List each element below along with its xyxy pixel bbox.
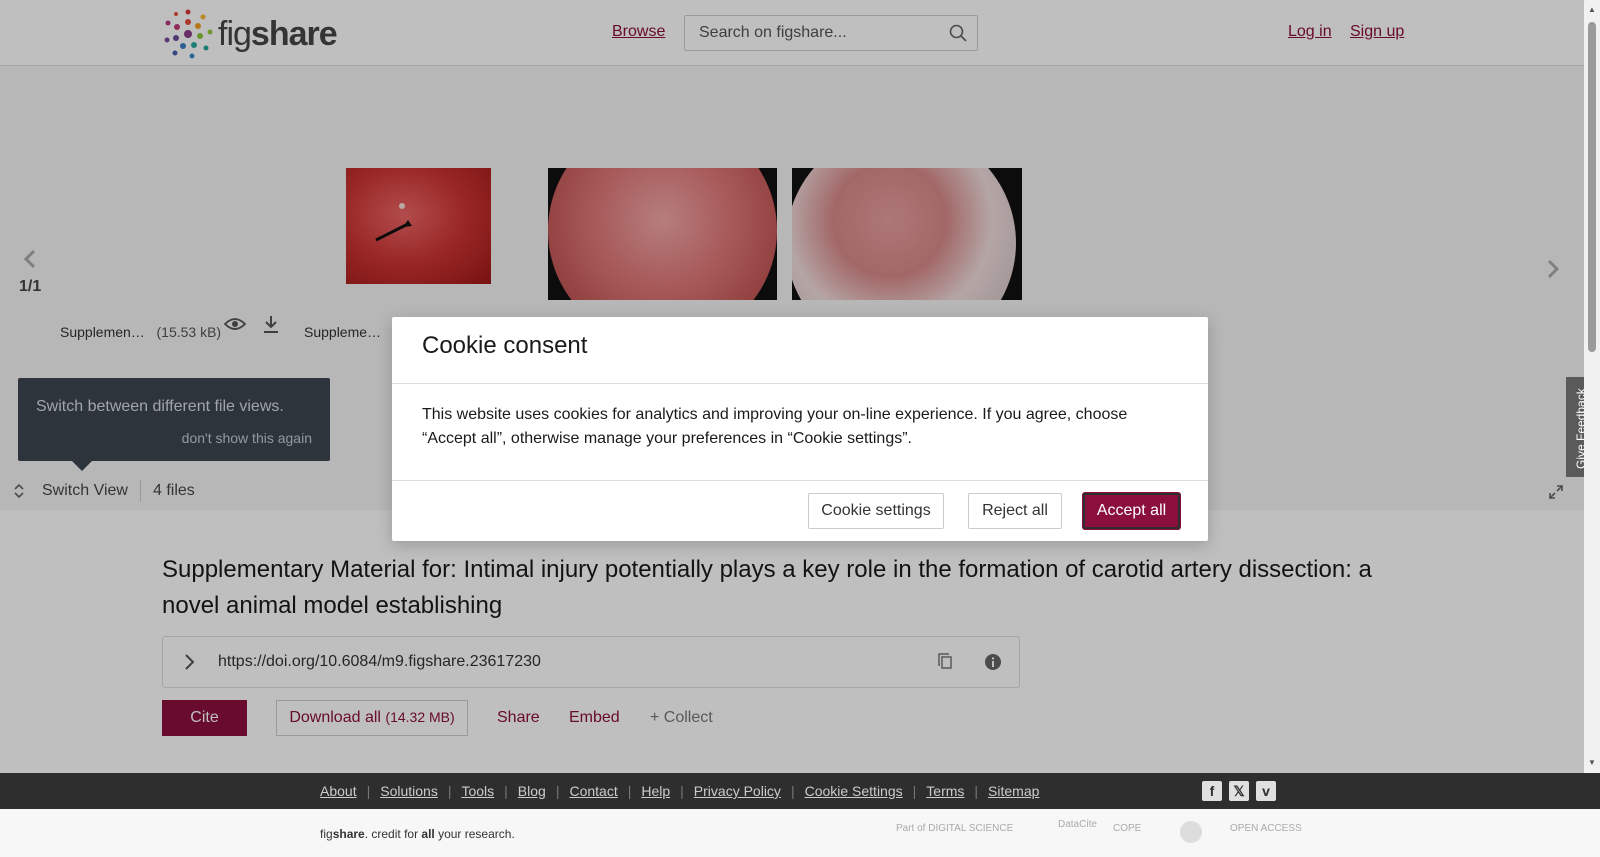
dialog-header: Cookie consent <box>392 317 1208 384</box>
dialog-footer: Cookie settings Reject all Accept all <box>392 481 1208 541</box>
footer-bottom: figshare. credit for all your research. … <box>0 809 1600 857</box>
vimeo-icon[interactable]: v <box>1256 781 1276 801</box>
x-icon[interactable]: 𝕏 <box>1229 781 1249 801</box>
footer-link-privacy[interactable]: Privacy Policy <box>694 783 781 799</box>
dialog-body: This website uses cookies for analytics … <box>392 384 1208 481</box>
tagline-pre: fig <box>320 827 333 841</box>
footer-link-about[interactable]: About <box>320 783 357 799</box>
seal-logo-icon[interactable] <box>1180 821 1202 843</box>
divider: | <box>555 783 560 799</box>
divider: | <box>447 783 452 799</box>
cookie-consent-dialog: Cookie consent This website uses cookies… <box>392 317 1208 541</box>
scrollbar[interactable]: ▲ ▼ <box>1584 0 1600 773</box>
cookie-settings-button[interactable]: Cookie settings <box>808 493 944 529</box>
divider: | <box>366 783 371 799</box>
footer-link-tools[interactable]: Tools <box>461 783 494 799</box>
divider: | <box>974 783 979 799</box>
cope-logo[interactable]: COPE <box>1113 823 1141 834</box>
tagline-mid: . credit for <box>364 827 422 841</box>
divider: | <box>680 783 684 799</box>
footer-link-contact[interactable]: Contact <box>569 783 617 799</box>
divider: | <box>627 783 632 799</box>
footer-link-help[interactable]: Help <box>641 783 670 799</box>
dialog-title: Cookie consent <box>422 332 588 359</box>
divider: | <box>912 783 917 799</box>
scroll-up-icon[interactable]: ▲ <box>1588 5 1596 14</box>
facebook-icon[interactable]: f <box>1202 781 1222 801</box>
footer-bar: About | Solutions | Tools | Blog | Contact | … <box>0 773 1600 809</box>
footer-link-terms[interactable]: Terms <box>926 783 964 799</box>
divider: | <box>790 783 795 799</box>
divider: | <box>504 783 508 799</box>
digital-science-logo[interactable]: Part of DIGITAL SCIENCE <box>896 823 1013 834</box>
footer-link-cookie-settings[interactable]: Cookie Settings <box>805 783 903 799</box>
scrollbar-thumb[interactable] <box>1588 22 1596 352</box>
footer-link-blog[interactable]: Blog <box>518 783 546 799</box>
open-access-logo[interactable]: OPEN ACCESS <box>1230 823 1302 834</box>
tagline-post: your research. <box>434 827 515 841</box>
scroll-down-icon[interactable]: ▼ <box>1588 758 1596 767</box>
footer-tagline: figshare. credit for all your research. <box>320 827 515 841</box>
reject-all-button[interactable]: Reject all <box>968 493 1062 529</box>
footer-links: About | Solutions | Tools | Blog | Contact | … <box>320 783 1039 799</box>
tagline-bold: share <box>332 827 365 841</box>
footer-link-sitemap[interactable]: Sitemap <box>988 783 1039 799</box>
datacite-logo[interactable]: DataCite <box>1058 819 1097 830</box>
accept-all-button[interactable]: Accept all <box>1083 493 1180 529</box>
tagline-all: all <box>421 827 435 841</box>
footer-link-solutions[interactable]: Solutions <box>380 783 438 799</box>
